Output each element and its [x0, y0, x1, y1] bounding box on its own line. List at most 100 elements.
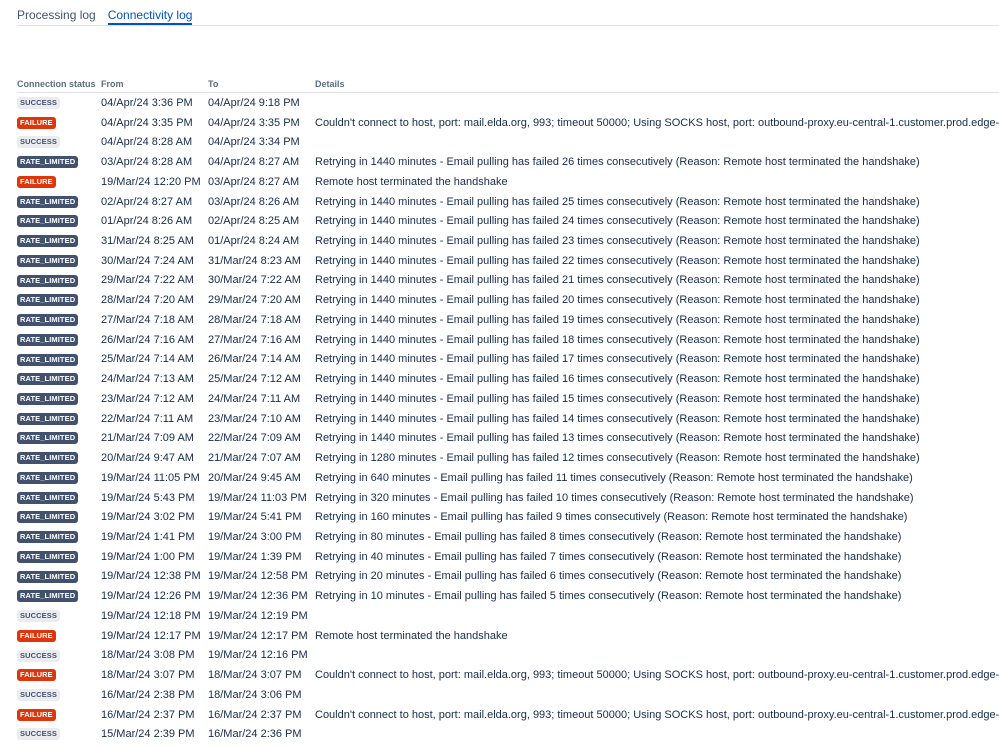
details-cell: Remote host terminated the handshake	[315, 175, 508, 188]
to-time-cell: 19/Mar/24 12:36 PM	[208, 590, 308, 603]
table-row: RATE_LIMITED 02/Apr/24 8:27 AM 03/Apr/24 8…	[17, 192, 999, 212]
details-cell: Retrying in 1440 minutes - Email pulling…	[315, 235, 920, 247]
from-time-cell: 02/Apr/24 8:27 AM	[101, 195, 193, 208]
connection-status-cell: FAILURE	[17, 172, 101, 192]
to-time-cell: 23/Mar/24 7:10 AM	[208, 412, 301, 425]
table-row: RATE_LIMITED 19/Mar/24 12:38 PM 19/Mar/24 …	[17, 567, 999, 587]
table-row: RATE_LIMITED 27/Mar/24 7:18 AM 28/Mar/24 7…	[17, 310, 999, 330]
to-time-cell: 02/Apr/24 8:25 AM	[208, 215, 300, 228]
details-cell: Retrying in 1440 minutes - Email pulling…	[315, 353, 920, 366]
from-time-cell: 19/Mar/24 1:41 PM	[101, 531, 195, 544]
from-time-cell: 16/Mar/24 2:37 PM	[101, 708, 195, 721]
to-time-cell: 03/Apr/24 8:27 AM	[208, 175, 300, 188]
to-time-cell: 20/Mar/24 9:45 AM	[208, 471, 301, 484]
details-cell: Retrying in 1440 minutes - Email pulling…	[315, 392, 920, 405]
from-time-cell: 30/Mar/24 7:24 AM	[101, 254, 194, 267]
table-row: RATE_LIMITED 19/Mar/24 11:05 PM 20/Mar/24 …	[17, 468, 999, 488]
connection-status-cell: RATE_LIMITED	[17, 350, 101, 370]
connection-status-cell: RATE_LIMITED	[17, 507, 101, 527]
table-row: SUCCESS 04/Apr/24 8:28 AM 04/Apr/24 3:34 P…	[17, 132, 999, 152]
table-row: RATE_LIMITED 21/Mar/24 7:09 AM 22/Mar/24 7…	[17, 428, 999, 448]
connection-status-cell: FAILURE	[17, 113, 101, 133]
details-cell: Retrying in 1440 minutes - Email pulling…	[315, 313, 920, 326]
connection-status-cell: RATE_LIMITED	[17, 152, 101, 172]
to-time-cell: 19/Mar/24 11:03 PM	[208, 491, 307, 504]
to-time-cell: 19/Mar/24 5:41 PM	[208, 511, 302, 524]
from-time-cell: 04/Apr/24 8:28 AM	[101, 136, 193, 149]
details-cell: Retrying in 160 minutes - Email pulling …	[315, 511, 908, 524]
column-header-to: To	[208, 76, 315, 93]
status-badge: RATE_LIMITED	[17, 531, 79, 544]
to-time-cell: 30/Mar/24 7:22 AM	[208, 274, 301, 287]
table-row: RATE_LIMITED 19/Mar/24 3:02 PM 19/Mar/24 5…	[17, 507, 999, 527]
status-badge: RATE_LIMITED	[17, 156, 79, 169]
status-badge: RATE_LIMITED	[17, 195, 79, 208]
to-time-cell: 19/Mar/24 3:00 PM	[208, 531, 302, 544]
to-time-cell: 04/Apr/24 3:34 PM	[208, 136, 300, 149]
from-time-cell: 21/Mar/24 7:09 AM	[101, 432, 194, 445]
from-time-cell: 03/Apr/24 8:28 AM	[101, 156, 193, 169]
status-badge: SUCCESS	[17, 649, 60, 662]
details-cell: Retrying in 1280 minutes - Email pulling…	[315, 452, 920, 465]
details-cell: Retrying in 10 minutes - Email pulling h…	[315, 590, 902, 603]
table-row: FAILURE 18/Mar/24 3:07 PM 18/Mar/24 3:07 P…	[17, 665, 999, 685]
table-header-row: Connection status From To Details	[17, 76, 999, 93]
connection-status-cell: SUCCESS	[17, 646, 101, 666]
connection-status-cell: RATE_LIMITED	[17, 547, 101, 567]
details-cell: Retrying in 1440 minutes - Email pulling…	[315, 333, 920, 346]
table-row: RATE_LIMITED 20/Mar/24 9:47 AM 21/Mar/24 7…	[17, 448, 999, 468]
status-badge: RATE_LIMITED	[17, 294, 79, 307]
from-time-cell: 01/Apr/24 8:26 AM	[101, 215, 193, 228]
status-badge: SUCCESS	[17, 728, 60, 741]
from-time-cell: 19/Mar/24 12:20 PM	[101, 175, 201, 188]
connection-status-cell: RATE_LIMITED	[17, 271, 101, 291]
from-time-cell: 24/Mar/24 7:13 AM	[101, 373, 194, 386]
status-badge: FAILURE	[17, 116, 56, 129]
status-badge: RATE_LIMITED	[17, 274, 79, 287]
from-time-cell: 26/Mar/24 7:16 AM	[101, 333, 194, 346]
connection-status-cell: RATE_LIMITED	[17, 369, 101, 389]
from-time-cell: 04/Apr/24 3:35 PM	[101, 116, 193, 129]
from-time-cell: 19/Mar/24 3:02 PM	[101, 511, 195, 524]
to-time-cell: 22/Mar/24 7:09 AM	[208, 432, 301, 445]
table-row: RATE_LIMITED 23/Mar/24 7:12 AM 24/Mar/24 7…	[17, 389, 999, 409]
table-row: FAILURE 19/Mar/24 12:17 PM 19/Mar/24 12:17…	[17, 626, 999, 646]
connection-status-cell: RATE_LIMITED	[17, 389, 101, 409]
table-row: RATE_LIMITED 22/Mar/24 7:11 AM 23/Mar/24 7…	[17, 409, 999, 429]
table-row: RATE_LIMITED 03/Apr/24 8:28 AM 04/Apr/24 8…	[17, 152, 999, 172]
table-row: FAILURE 19/Mar/24 12:20 PM 03/Apr/24 8:27 …	[17, 172, 999, 192]
from-time-cell: 19/Mar/24 12:18 PM	[101, 609, 201, 622]
to-time-cell: 25/Mar/24 7:12 AM	[208, 373, 301, 386]
tab-connectivity-log[interactable]: Connectivity log	[107, 0, 193, 25]
connection-status-cell: RATE_LIMITED	[17, 428, 101, 448]
status-badge: SUCCESS	[17, 96, 60, 109]
table-row: RATE_LIMITED 19/Mar/24 5:43 PM 19/Mar/24 1…	[17, 488, 999, 508]
details-cell	[315, 685, 999, 705]
from-time-cell: 19/Mar/24 11:05 PM	[101, 471, 200, 484]
details-cell: Retrying in 1440 minutes - Email pulling…	[315, 254, 920, 267]
connection-status-cell: RATE_LIMITED	[17, 231, 101, 251]
status-badge: RATE_LIMITED	[17, 392, 79, 405]
connection-status-cell: RATE_LIMITED	[17, 192, 101, 212]
to-time-cell: 19/Mar/24 12:19 PM	[208, 609, 308, 622]
connection-status-cell: RATE_LIMITED	[17, 488, 101, 508]
status-badge: RATE_LIMITED	[17, 254, 79, 267]
status-badge: FAILURE	[17, 669, 56, 682]
table-row: RATE_LIMITED 25/Mar/24 7:14 AM 26/Mar/24 7…	[17, 350, 999, 370]
status-badge: RATE_LIMITED	[17, 215, 79, 228]
status-badge: FAILURE	[17, 708, 56, 721]
details-cell: Couldn't connect to host, port: mail.eld…	[315, 708, 999, 721]
from-time-cell: 19/Mar/24 12:26 PM	[101, 590, 201, 603]
tab-processing-log[interactable]: Processing log	[17, 0, 96, 25]
column-header-from: From	[101, 76, 208, 93]
status-badge: RATE_LIMITED	[17, 373, 79, 386]
connection-status-cell: RATE_LIMITED	[17, 310, 101, 330]
connection-status-cell: RATE_LIMITED	[17, 448, 101, 468]
to-time-cell: 19/Mar/24 12:16 PM	[208, 649, 308, 662]
connection-status-cell: RATE_LIMITED	[17, 409, 101, 429]
from-time-cell: 25/Mar/24 7:14 AM	[101, 353, 194, 366]
connection-status-cell: SUCCESS	[17, 93, 101, 113]
connection-status-cell: RATE_LIMITED	[17, 211, 101, 231]
details-cell: Couldn't connect to host, port: mail.eld…	[315, 116, 999, 129]
to-time-cell: 16/Mar/24 2:36 PM	[208, 728, 302, 741]
